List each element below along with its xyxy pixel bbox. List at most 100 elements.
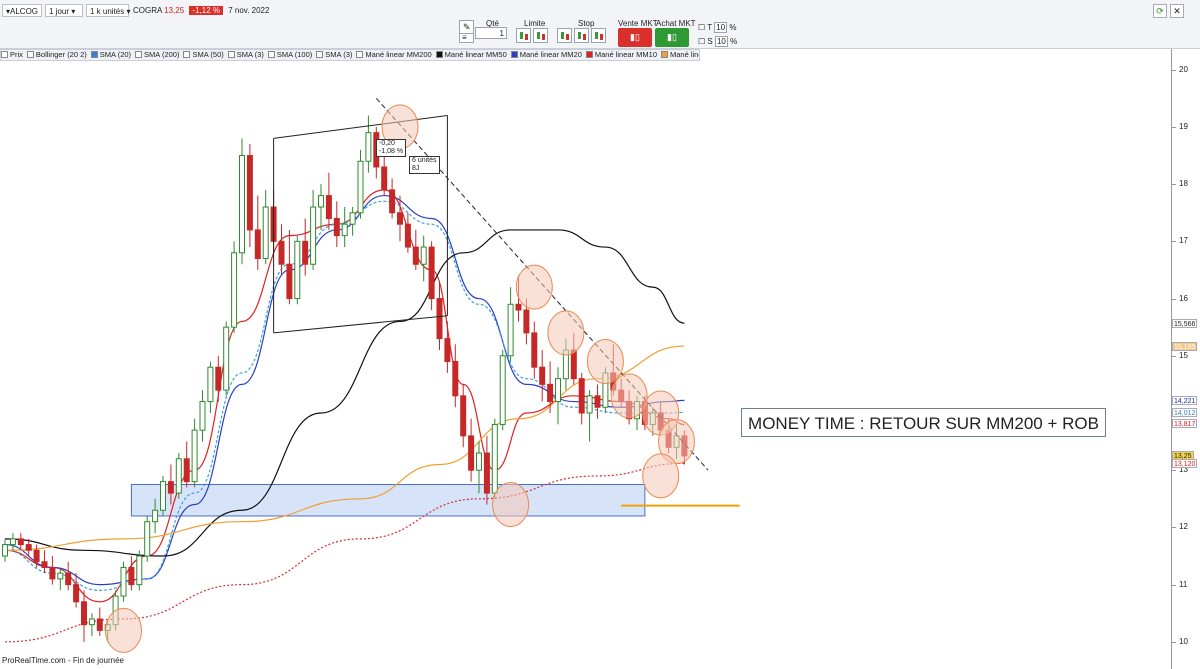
legend-item[interactable]: Mané linear MM100 <box>660 50 699 60</box>
highlight-circle <box>547 310 585 356</box>
legend-item[interactable]: SMA (100) <box>267 50 313 60</box>
highlight-circle <box>492 482 530 528</box>
candle-body <box>223 326 230 391</box>
legend-item[interactable]: SMA (20) <box>90 50 131 60</box>
legend-label: SMA (100) <box>276 50 313 59</box>
buy-mkt-button[interactable]: ▮▯ <box>655 28 689 47</box>
instrument-select[interactable]: ▾ALCOG <box>2 4 42 17</box>
s-value[interactable]: 10 <box>714 36 728 47</box>
t-checkbox[interactable]: ☐ T 10 % <box>698 22 737 33</box>
list-button[interactable]: ≡ <box>459 33 474 43</box>
candle-body <box>420 246 427 265</box>
y-tick-label: 12 <box>1179 522 1188 532</box>
candle-body <box>17 538 24 546</box>
candle-body <box>120 566 127 597</box>
indicator-legend: Prix Bollinger (20 2) SMA (20) SMA (200) SMA… <box>0 49 700 61</box>
candle-body <box>33 549 40 563</box>
price-tag: 14,221 <box>1172 395 1198 405</box>
candle-body <box>199 401 206 431</box>
toolbar: ▾ALCOG 1 jour ▾ 1 k unités ▾ COGRA 13,25… <box>0 0 1200 49</box>
candle-body <box>499 355 506 425</box>
y-tick-mark <box>1172 527 1176 529</box>
candle-body <box>649 412 656 425</box>
candle-body <box>507 303 514 357</box>
candle-body <box>468 435 475 471</box>
candle-body <box>586 395 593 414</box>
legend-label: SMA (200) <box>144 50 180 59</box>
price-change-box: -0,20 -1,08 % <box>376 139 407 157</box>
t-percent: % <box>729 23 737 32</box>
candle-body <box>531 332 538 368</box>
price-axis[interactable]: 1011121314151617181920 <box>1171 49 1200 669</box>
legend-swatch <box>135 51 143 58</box>
refresh-icon[interactable]: ⟳ <box>1153 4 1167 18</box>
candle-body <box>152 509 159 523</box>
period-select[interactable]: 1 jour ▾ <box>45 4 83 17</box>
price-tag: 13,120 <box>1172 458 1198 468</box>
candle-body <box>41 561 48 568</box>
candle-body <box>175 458 182 494</box>
candle-down-icon <box>600 34 603 40</box>
units-label: 1 k unités <box>90 7 125 16</box>
candle-body <box>626 401 633 420</box>
highlight-circle <box>515 264 553 310</box>
candle-body <box>341 223 348 237</box>
sell-mkt-button[interactable]: ▮▯ <box>618 28 652 47</box>
candle-body <box>333 217 340 237</box>
legend-item[interactable]: Bollinger (20 2) <box>26 50 87 60</box>
candle-body <box>547 383 554 403</box>
units-select[interactable]: 1 k unités ▾ <box>86 4 131 17</box>
candle-body <box>665 429 672 448</box>
info-change-percent: -1,08 % <box>379 148 404 155</box>
s-checkbox[interactable]: ☐ S 10 % <box>698 36 738 47</box>
limit-sell-button[interactable] <box>533 28 548 43</box>
candle-body <box>96 618 103 631</box>
candle-body <box>618 389 625 403</box>
legend-item[interactable]: Prix <box>1 50 23 60</box>
candle-up-icon <box>578 32 581 39</box>
legend-item[interactable]: Mané linear MM20 <box>510 50 582 60</box>
candle-body <box>2 544 8 557</box>
legend-item[interactable]: SMA (200) <box>135 50 179 60</box>
s-percent: % <box>730 37 738 46</box>
y-tick-mark <box>1172 298 1176 300</box>
limit-buy-button[interactable] <box>516 28 531 43</box>
candle-body <box>578 378 585 414</box>
price-tag: 15,566 <box>1172 318 1198 328</box>
ticker-label: COGRA <box>133 6 162 15</box>
date-label: 7 nov. 2022 <box>228 6 270 15</box>
legend-item[interactable]: Mané linear MM10 <box>585 50 657 60</box>
price-tag: 14,012 <box>1172 407 1198 417</box>
stop-button-2[interactable] <box>574 28 589 43</box>
legend-item[interactable]: Mané linear MM200 <box>356 50 432 60</box>
candle-body <box>460 395 467 437</box>
legend-item[interactable]: SMA (3) <box>316 50 352 60</box>
t-value[interactable]: 10 <box>714 22 728 33</box>
candle-body <box>641 401 648 425</box>
ma-line <box>4 462 685 643</box>
candle-body <box>381 166 388 191</box>
y-tick-mark <box>1172 126 1176 128</box>
highlight-circle <box>586 339 624 384</box>
candle-body <box>191 429 198 483</box>
legend-item[interactable]: SMA (3) <box>227 50 264 60</box>
highlight-circle <box>658 419 695 465</box>
stop-button-1[interactable] <box>557 28 572 43</box>
units-box: 6 unités 8J <box>409 156 440 174</box>
downtrend-line <box>375 97 709 471</box>
legend-swatch <box>1 51 8 58</box>
legend-item[interactable]: SMA (50) <box>183 50 224 60</box>
list-icon: ≡ <box>462 33 467 42</box>
stop-button-3[interactable] <box>591 28 606 43</box>
legend-label: Bollinger (20 2) <box>35 50 87 59</box>
t-label: T <box>707 23 712 32</box>
candle-body <box>231 252 238 328</box>
legend-item[interactable]: Mané linear MM50 <box>435 50 507 60</box>
support-zone <box>130 484 646 517</box>
qty-input[interactable]: 1 <box>475 27 507 39</box>
price-tag: 13,817 <box>1172 418 1198 428</box>
candle-body <box>491 423 498 494</box>
candle-body <box>144 521 151 557</box>
candle-body <box>270 206 277 242</box>
close-icon[interactable]: ✕ <box>1170 4 1184 18</box>
